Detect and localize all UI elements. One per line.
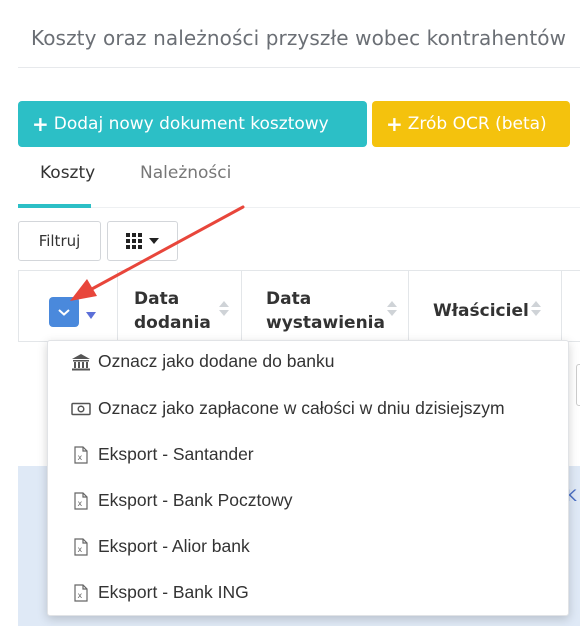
money-icon	[70, 400, 92, 418]
chevron-down-icon	[58, 309, 70, 316]
title-divider	[18, 67, 580, 68]
svg-text:x: x	[78, 545, 83, 554]
sort-asc-icon[interactable]	[219, 301, 229, 307]
active-tab-indicator	[18, 204, 91, 208]
menu-item-mark-paid-today[interactable]: Oznacz jako zapłacone w całości w dniu d…	[70, 398, 505, 419]
row-input[interactable]	[576, 364, 580, 406]
add-cost-document-button[interactable]: + Dodaj nowy dokument kosztowy	[18, 101, 367, 147]
tab-receivables[interactable]: Należności	[140, 163, 231, 183]
add-cost-document-label: Dodaj nowy dokument kosztowy	[53, 114, 329, 134]
menu-item-export-santander[interactable]: x Eksport - Santander	[70, 444, 254, 465]
ocr-label: Zrób OCR (beta)	[407, 114, 547, 134]
excel-file-icon: x	[70, 583, 92, 602]
plus-icon: +	[386, 112, 403, 136]
menu-item-export-alior-bank[interactable]: x Eksport - Alior bank	[70, 536, 250, 557]
plus-icon: +	[32, 112, 49, 136]
grid-icon	[126, 233, 142, 249]
svg-text:x: x	[78, 499, 83, 508]
filter-button[interactable]: Filtruj	[18, 221, 101, 261]
page-title: Koszty oraz należności przyszłe wobec ko…	[31, 26, 567, 50]
tab-costs[interactable]: Koszty	[40, 163, 95, 183]
menu-item-export-bank-ing[interactable]: x Eksport - Bank ING	[70, 582, 249, 603]
column-date-added[interactable]: Data dodania	[134, 287, 211, 335]
sort-desc-icon[interactable]	[219, 310, 229, 316]
bank-icon	[70, 353, 92, 371]
menu-item-export-bank-pocztowy[interactable]: x Eksport - Bank Pocztowy	[70, 490, 293, 511]
tabs: Koszty Należności	[18, 163, 580, 207]
excel-file-icon: x	[70, 537, 92, 556]
caret-down-icon	[149, 238, 159, 244]
ocr-button[interactable]: + Zrób OCR (beta)	[372, 101, 570, 147]
excel-file-icon: x	[70, 445, 92, 464]
column-owner[interactable]: Właściciel	[433, 299, 529, 323]
menu-item-mark-added-to-bank[interactable]: Oznacz jako dodane do banku	[70, 351, 334, 372]
columns-toggle-button[interactable]	[107, 221, 178, 261]
sort-asc-icon[interactable]	[387, 301, 397, 307]
table-header: Data dodania Data wystawienia Właściciel	[18, 270, 580, 342]
sort-asc-icon[interactable]	[531, 301, 541, 307]
excel-file-icon: x	[70, 491, 92, 510]
caret-down-icon[interactable]	[86, 312, 96, 319]
tabs-divider	[18, 207, 580, 208]
select-all-dropdown-button[interactable]	[49, 297, 79, 327]
sort-desc-icon[interactable]	[387, 310, 397, 316]
bulk-actions-menu: Oznacz jako dodane do banku Oznacz jako …	[47, 340, 569, 616]
sort-desc-icon[interactable]	[531, 310, 541, 316]
column-issue-date[interactable]: Data wystawienia	[266, 287, 385, 335]
svg-text:x: x	[78, 591, 83, 600]
svg-text:x: x	[78, 453, 83, 462]
